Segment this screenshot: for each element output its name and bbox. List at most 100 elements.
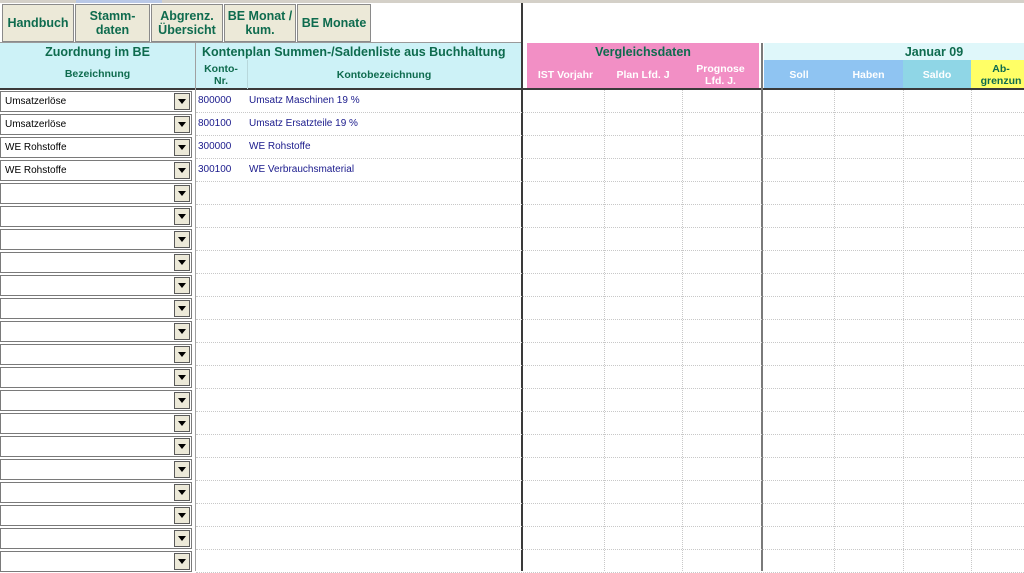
grid-hline bbox=[196, 135, 1024, 136]
zuordnung-dropdown[interactable] bbox=[0, 275, 192, 296]
zuordnung-dropdown[interactable] bbox=[0, 436, 192, 457]
dropdown-arrow-button[interactable] bbox=[174, 530, 190, 547]
dropdown-arrow-button[interactable] bbox=[174, 139, 190, 156]
kontobezeichnung-cell: WE Verbrauchsmaterial bbox=[249, 164, 355, 175]
grid-hline bbox=[196, 319, 1024, 320]
zuordnung-dropdown[interactable] bbox=[0, 252, 192, 273]
prognose-header: Prognose Lfd. J. bbox=[682, 60, 759, 89]
chevron-down-icon bbox=[178, 559, 186, 564]
zuordnung-value: WE Rohstoffe bbox=[5, 142, 67, 153]
grid-vline bbox=[971, 90, 972, 571]
grid-hline bbox=[196, 411, 1024, 412]
zuordnung-dropdown[interactable] bbox=[0, 344, 192, 365]
grid-vline bbox=[682, 90, 683, 571]
kontenplan-title: Kontenplan Summen-/Saldenliste aus Buchh… bbox=[202, 45, 506, 59]
zuordnung-dropdown[interactable] bbox=[0, 528, 192, 549]
grid-hline bbox=[196, 227, 1024, 228]
grid-hline bbox=[196, 112, 1024, 113]
chevron-down-icon bbox=[178, 329, 186, 334]
zuordnung-dropdown[interactable] bbox=[0, 505, 192, 526]
abgrenz-label-1: Abgrenz. bbox=[160, 9, 214, 23]
zuordnung-dropdown[interactable] bbox=[0, 229, 192, 250]
dropdown-arrow-button[interactable] bbox=[174, 484, 190, 501]
stammdaten-button[interactable]: Stamm- daten bbox=[75, 4, 150, 42]
chevron-down-icon bbox=[178, 237, 186, 242]
kontobezeichnung-cell: WE Rohstoffe bbox=[249, 141, 311, 152]
dropdown-arrow-button[interactable] bbox=[174, 162, 190, 179]
chevron-down-icon bbox=[178, 421, 186, 426]
grid-hline bbox=[196, 503, 1024, 504]
dropdown-arrow-button[interactable] bbox=[174, 185, 190, 202]
chevron-down-icon bbox=[178, 122, 186, 127]
chevron-down-icon bbox=[178, 444, 186, 449]
abgrenzung-label-2: grenzun bbox=[980, 74, 1022, 87]
zuordnung-dropdown[interactable] bbox=[0, 459, 192, 480]
prognose-label-1: Prognose bbox=[696, 62, 745, 75]
dropdown-arrow-button[interactable] bbox=[174, 93, 190, 110]
dropdown-arrow-button[interactable] bbox=[174, 553, 190, 570]
grid-hline bbox=[196, 250, 1024, 251]
dropdown-arrow-button[interactable] bbox=[174, 208, 190, 225]
dropdown-arrow-button[interactable] bbox=[174, 392, 190, 409]
zuordnung-dropdown[interactable] bbox=[0, 390, 192, 411]
zuordnung-dropdown[interactable] bbox=[0, 367, 192, 388]
dropdown-arrow-button[interactable] bbox=[174, 415, 190, 432]
konto-nr-cell: 800000 bbox=[198, 95, 232, 106]
be-monat-kum-button[interactable]: BE Monat / kum. bbox=[224, 4, 296, 42]
dropdown-arrow-button[interactable] bbox=[174, 507, 190, 524]
zuordnung-dropdown[interactable]: Umsatzerlöse bbox=[0, 91, 192, 112]
zuordnung-dropdown[interactable]: WE Rohstoffe bbox=[0, 137, 192, 158]
dropdown-arrow-button[interactable] bbox=[174, 254, 190, 271]
saldo-header: Saldo bbox=[922, 68, 952, 81]
toolbar-top-accent bbox=[76, 0, 162, 3]
konto-divider bbox=[247, 60, 248, 89]
januar-title: Januar 09 bbox=[904, 45, 964, 59]
zuordnung-title: Zuordnung im BE bbox=[45, 45, 150, 59]
chevron-down-icon bbox=[178, 260, 186, 265]
dropdown-arrow-button[interactable] bbox=[174, 346, 190, 363]
dropdown-arrow-button[interactable] bbox=[174, 231, 190, 248]
dropdown-arrow-button[interactable] bbox=[174, 323, 190, 340]
zuordnung-dropdown[interactable] bbox=[0, 206, 192, 227]
zuordnung-dropdown[interactable]: WE Rohstoffe bbox=[0, 160, 192, 181]
chevron-down-icon bbox=[178, 214, 186, 219]
zuordnung-dropdown[interactable] bbox=[0, 321, 192, 342]
kontobezeichnung-cell: Umsatz Ersatzteile 19 % bbox=[249, 118, 358, 129]
be-monate-button[interactable]: BE Monate bbox=[297, 4, 371, 42]
handbuch-button[interactable]: Handbuch bbox=[2, 4, 74, 42]
dropdown-arrow-button[interactable] bbox=[174, 461, 190, 478]
chevron-down-icon bbox=[178, 467, 186, 472]
dropdown-arrow-button[interactable] bbox=[174, 438, 190, 455]
chevron-down-icon bbox=[178, 352, 186, 357]
chevron-down-icon bbox=[178, 536, 186, 541]
stammdaten-label-2: daten bbox=[95, 23, 130, 37]
zuordnung-dropdown[interactable] bbox=[0, 298, 192, 319]
dropdown-arrow-button[interactable] bbox=[174, 300, 190, 317]
vergleichsdaten-title: Vergleichsdaten bbox=[595, 45, 691, 59]
grid-hline bbox=[196, 526, 1024, 527]
zuordnung-dropdown[interactable] bbox=[0, 183, 192, 204]
zuordnung-dropdown[interactable] bbox=[0, 482, 192, 503]
bemonate-label: BE Monate bbox=[301, 16, 367, 30]
zuordnung-dropdown[interactable]: Umsatzerlöse bbox=[0, 114, 192, 135]
data-grid: Umsatzerlöse 800000 Umsatz Maschinen 19 % U… bbox=[0, 90, 1024, 573]
grid-hline bbox=[196, 181, 1024, 182]
dropdown-arrow-button[interactable] bbox=[174, 369, 190, 386]
zuordnung-dropdown[interactable] bbox=[0, 413, 192, 434]
dropdown-arrow-button[interactable] bbox=[174, 116, 190, 133]
plan-header: Plan Lfd. J bbox=[616, 68, 670, 81]
grid-hline bbox=[196, 434, 1024, 435]
stammdaten-label-1: Stamm- bbox=[89, 9, 136, 23]
konto-nr-cell: 800100 bbox=[198, 118, 232, 129]
chevron-down-icon bbox=[178, 99, 186, 104]
chevron-down-icon bbox=[178, 191, 186, 196]
abgrenz-uebersicht-button[interactable]: Abgrenz. Übersicht bbox=[151, 4, 223, 42]
chevron-down-icon bbox=[178, 398, 186, 403]
dropdown-arrow-button[interactable] bbox=[174, 277, 190, 294]
konto-nr-cell: 300000 bbox=[198, 141, 232, 152]
zuordnung-dropdown[interactable] bbox=[0, 551, 192, 572]
abgrenz-label-2: Übersicht bbox=[158, 23, 216, 37]
chevron-down-icon bbox=[178, 375, 186, 380]
zuordnung-value: WE Rohstoffe bbox=[5, 165, 67, 176]
bezeichnung-header: Bezeichnung bbox=[64, 68, 131, 80]
